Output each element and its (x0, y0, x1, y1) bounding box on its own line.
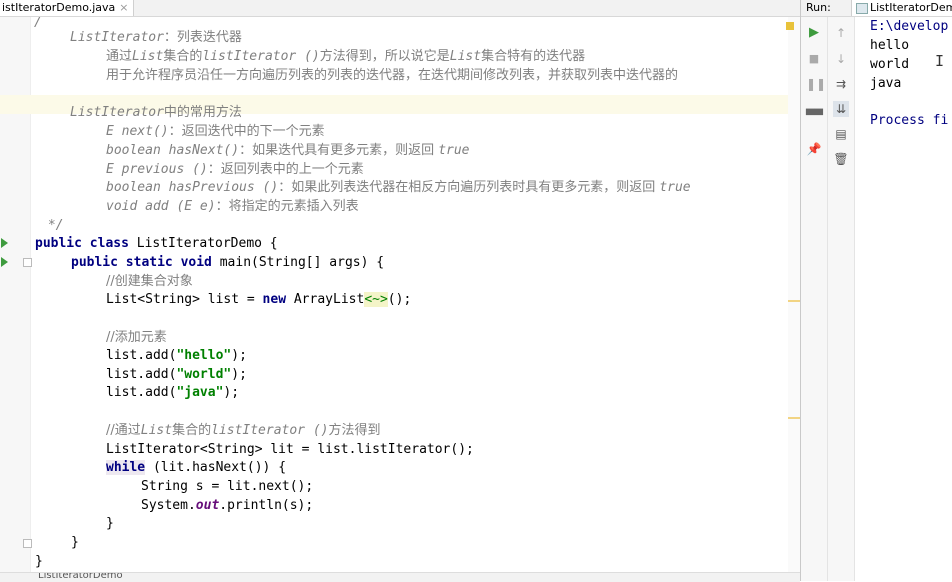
console-line: E:\develop (870, 19, 949, 34)
run-config-tab[interactable]: ListIteratorDem (851, 0, 952, 16)
code-line: } (71, 535, 79, 550)
down-arrow-icon[interactable]: ↓ (833, 51, 849, 67)
code-area[interactable]: / ListIterator：列表迭代器 通过List集合的listIterat… (30, 17, 790, 572)
editor-tab[interactable]: istIteratorDemo.java × (0, 0, 134, 16)
code-line: E previous ()：返回列表中的上一个元素 (106, 162, 364, 177)
console-line: world (870, 57, 910, 72)
code-line: String s = lit.next(); (141, 479, 314, 494)
print-icon[interactable]: ▤ (833, 126, 849, 142)
code-line: list.add("java"); (106, 385, 240, 400)
breadcrumb[interactable]: ListIteratorDemo (38, 573, 123, 581)
code-line: / (34, 17, 42, 30)
code-line: List<String> list = new ArrayList<~>(); (106, 292, 412, 307)
code-comment: //添加元素 (106, 330, 167, 345)
console-line: java (870, 76, 902, 91)
stop-icon[interactable]: ■ (806, 51, 822, 67)
code-editor[interactable]: istIteratorDemo.java × / ListIterator：列表迭… (0, 0, 800, 582)
code-line: boolean hasNext()：如果迭代具有更多元素，则返回 true (106, 143, 470, 158)
run-tool-window: Run: ListIteratorDem ▶ ■ ❚❚ ▀▀ 📌 ↑ ↓ ⇉ ⇊… (800, 0, 952, 581)
run-header: Run: ListIteratorDem (801, 0, 952, 17)
scroll-marker[interactable] (788, 300, 800, 302)
code-line: ListIterator中的常用方法 (70, 105, 242, 120)
code-line: while (lit.hasNext()) { (106, 460, 287, 475)
run-tab-label: ListIteratorDem (870, 1, 952, 14)
code-comment: //通过List集合的listIterator ()方法得到 (106, 423, 381, 438)
console-line: hello (870, 38, 910, 53)
pause-icon[interactable]: ❚❚ (806, 76, 826, 92)
code-line: 通过List集合的listIterator ()方法得到，所以说它是List集合… (106, 49, 586, 64)
code-line: void add (E e)：将指定的元素插入列表 (106, 199, 359, 214)
run-main-gutter-icon[interactable] (1, 257, 8, 267)
code-line: */ (40, 218, 64, 233)
run-class-gutter-icon[interactable] (1, 238, 8, 248)
up-arrow-icon[interactable]: ↑ (833, 25, 849, 41)
trash-icon[interactable]: 🗑 (833, 151, 849, 167)
code-comment: //创建集合对象 (106, 274, 193, 289)
code-line: list.add("hello"); (106, 348, 247, 363)
layout-icon[interactable]: ▀▀ (806, 108, 823, 124)
soft-wrap-icon[interactable]: ⇉ (833, 76, 849, 92)
editor-tab-label: istIteratorDemo.java (2, 1, 116, 14)
console-output[interactable]: E:\develop hello world java Process fi (870, 17, 952, 581)
run-toolbar-left: ▶ ■ ❚❚ ▀▀ 📌 (801, 17, 828, 581)
scroll-marker[interactable] (788, 417, 800, 419)
code-line: ListIterator<String> lit = list.listIter… (106, 442, 474, 457)
close-icon[interactable]: × (119, 1, 128, 14)
text-cursor-icon: I (935, 52, 945, 70)
code-line: public static void main(String[] args) { (71, 255, 385, 270)
code-line: E next()：返回迭代中的下一个元素 (106, 124, 325, 139)
run-toolbar-right: ↑ ↓ ⇉ ⇊ ▤ 🗑 (828, 17, 855, 581)
code-line: } (106, 516, 114, 531)
warning-indicator-icon[interactable] (786, 22, 794, 30)
code-line: } (35, 554, 43, 569)
code-line: System.out.println(s); (141, 498, 314, 513)
code-line: public class ListIteratorDemo { (35, 236, 278, 251)
editor-tab-bar: istIteratorDemo.java × (0, 0, 800, 17)
editor-scrollbar-track[interactable] (788, 17, 800, 572)
code-line: ListIterator：列表迭代器 (70, 30, 242, 45)
code-line: 用于允许程序员沿任一方向遍历列表的列表的迭代器，在迭代期间修改列表，并获取列表中… (106, 68, 679, 83)
run-label: Run: (806, 1, 831, 14)
scroll-to-end-icon[interactable]: ⇊ (833, 101, 849, 117)
run-icon[interactable]: ▶ (806, 25, 822, 41)
console-line: Process fi (870, 113, 949, 128)
console-icon (856, 3, 868, 14)
code-line: list.add("world"); (106, 367, 247, 382)
pin-icon[interactable]: 📌 (806, 141, 822, 157)
code-line: boolean hasPrevious ()：如果此列表迭代器在相反方向遍历列表… (106, 180, 691, 195)
